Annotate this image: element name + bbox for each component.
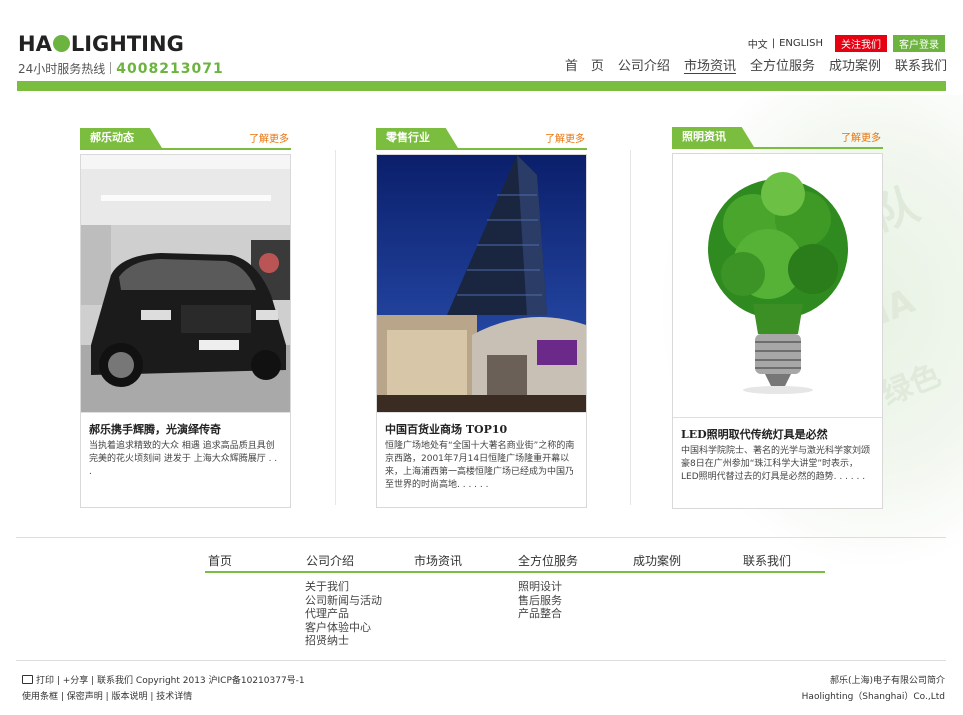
divider: |	[771, 38, 776, 49]
column-tab-label: 照明资讯	[672, 127, 754, 147]
nav-home[interactable]: 首 页	[565, 55, 604, 74]
nav-contact[interactable]: 联系我们	[895, 55, 947, 74]
news-column-retail: 零售行业 了解更多 中国百货业商场 TOP10 恒隆广场地处有“全国十大著名商业…	[376, 128, 587, 508]
hotline: 24小时服务热线 4008213071	[18, 60, 224, 77]
news-column-lighting: 照明资讯 了解更多 LED照明取代传统灯具是必然 中国科学院院士、著名的光学与激…	[672, 127, 883, 509]
nav-cases[interactable]: 成功案例	[829, 55, 881, 74]
footer-divider	[16, 537, 946, 538]
learn-more-link[interactable]: 了解更多	[249, 130, 289, 145]
news-column-haole: 郝乐动态 了解更多 郝乐携手辉腾，光演绎传奇 当执着追求精致的大众 相遇 追求高…	[80, 128, 291, 508]
news-summary: 中国科学院院士、著名的光学与激光科学家刘颂豪8日在广州参加“珠江科学大讲堂”时表…	[681, 446, 871, 482]
company-sublinks: 关于我们 公司新闻与活动 代理产品 客户体验中心 招贤纳士	[305, 580, 382, 648]
column-tab: 郝乐动态 了解更多	[80, 128, 291, 150]
lang-en-link[interactable]: ENGLISH	[779, 38, 823, 49]
footer-nav-home[interactable]: 首页	[208, 552, 232, 569]
news-card[interactable]: 郝乐携手辉腾，光演绎传奇 当执着追求精致的大众 相遇 追求高品质且具创完美的花火…	[80, 154, 291, 508]
footer-link-experience[interactable]: 客户体验中心	[305, 621, 382, 635]
bottom-links-line2[interactable]: 使用条框 | 保密声明 | 版本说明 | 技术详情	[22, 689, 305, 705]
footer-link-after-sales[interactable]: 售后服务	[518, 594, 562, 608]
column-tab-label: 郝乐动态	[80, 128, 162, 148]
footer-link-news[interactable]: 公司新闻与活动	[305, 594, 382, 608]
bottom-divider	[16, 660, 946, 661]
footer-link-careers[interactable]: 招贤纳士	[305, 634, 382, 648]
news-card-body: LED照明取代传统灯具是必然 中国科学院院士、著名的光学与激光科学家刘颂豪8日在…	[673, 418, 882, 512]
news-summary: 恒隆广场地处有“全国十大著名商业街”之称的南京西路，2001年7月14日恒隆广场…	[385, 441, 575, 490]
footer-nav: 首页 公司介绍 市场资讯 全方位服务 成功案例 联系我们	[205, 552, 825, 573]
lang-zh-link[interactable]: 中文	[748, 36, 768, 51]
bottom-links-line1[interactable]: 打印 | +分享 | 联系我们 Copyright 2013 沪ICP备1021…	[36, 676, 305, 686]
tower-photo[interactable]	[377, 155, 586, 413]
footer-nav-market[interactable]: 市场资讯	[414, 552, 462, 569]
company-name-cn[interactable]: 郝乐(上海)电子有限公司简介	[802, 673, 945, 689]
hotline-label: 24小时服务热线	[18, 62, 106, 76]
client-login-button[interactable]: 客户登录	[893, 35, 945, 52]
company-info: 郝乐(上海)电子有限公司简介 Haolighting（Shanghai）Co.,…	[802, 673, 945, 705]
news-card-body: 中国百货业商场 TOP10 恒隆广场地处有“全国十大著名商业街”之称的南京西路，…	[377, 413, 586, 507]
bottom-links: 打印 | +分享 | 联系我们 Copyright 2013 沪ICP备1021…	[22, 673, 305, 705]
top-links: 中文 | ENGLISH 关注我们 客户登录	[748, 35, 945, 52]
company-name-en: Haolighting（Shanghai）Co.,Ltd	[801, 692, 945, 702]
header-green-bar	[17, 81, 946, 91]
column-tab-label: 零售行业	[376, 128, 458, 148]
footer-link-products[interactable]: 代理产品	[305, 607, 382, 621]
hotline-divider	[110, 62, 112, 74]
news-card[interactable]: 中国百货业商场 TOP10 恒隆广场地处有“全国十大著名商业街”之称的南京西路，…	[376, 154, 587, 508]
footer-link-integration[interactable]: 产品整合	[518, 607, 562, 621]
nav-company[interactable]: 公司介绍	[618, 55, 670, 74]
learn-more-link[interactable]: 了解更多	[545, 130, 585, 145]
green-bulb-photo[interactable]	[673, 154, 882, 418]
news-title[interactable]: 中国百货业商场 TOP10	[385, 421, 578, 437]
footer-nav-cases[interactable]: 成功案例	[633, 552, 681, 569]
column-tab: 照明资讯 了解更多	[672, 127, 883, 149]
news-title[interactable]: 郝乐携手辉腾，光演绎传奇	[89, 421, 282, 437]
news-title[interactable]: LED照明取代传统灯具是必然	[681, 426, 874, 442]
logo-dot-icon	[52, 35, 70, 52]
footer-link-about[interactable]: 关于我们	[305, 580, 382, 594]
hotline-number: 4008213071	[116, 61, 224, 77]
nav-market-news[interactable]: 市场资讯	[684, 55, 736, 74]
footer-nav-contact[interactable]: 联系我们	[743, 552, 791, 569]
news-card[interactable]: LED照明取代传统灯具是必然 中国科学院院士、著名的光学与激光科学家刘颂豪8日在…	[672, 153, 883, 509]
page: 团队 HA 绿色 HALIGHTING 24小时服务热线4008213071 中…	[0, 0, 963, 715]
footer-link-lighting-design[interactable]: 照明设计	[518, 580, 562, 594]
column-divider	[335, 150, 336, 505]
news-summary: 当执着追求精致的大众 相遇 追求高品质且具创完美的花火顷刻间 进发于 上海大众辉…	[89, 441, 278, 477]
column-tab: 零售行业 了解更多	[376, 128, 587, 150]
footer-nav-services[interactable]: 全方位服务	[518, 552, 578, 569]
car-photo[interactable]	[81, 155, 290, 413]
learn-more-link[interactable]: 了解更多	[841, 129, 881, 144]
column-divider	[630, 150, 631, 505]
footer-nav-company[interactable]: 公司介绍	[306, 552, 354, 569]
service-sublinks: 照明设计 售后服务 产品整合	[518, 580, 562, 621]
main-nav: 首 页 公司介绍 市场资讯 全方位服务 成功案例 联系我们	[551, 55, 947, 74]
brand-logo[interactable]: HA LIGHTING	[18, 32, 184, 58]
print-icon[interactable]	[22, 675, 33, 684]
nav-services[interactable]: 全方位服务	[750, 55, 815, 74]
follow-us-button[interactable]: 关注我们	[835, 35, 887, 52]
news-card-body: 郝乐携手辉腾，光演绎传奇 当执着追求精致的大众 相遇 追求高品质且具创完美的花火…	[81, 413, 290, 507]
